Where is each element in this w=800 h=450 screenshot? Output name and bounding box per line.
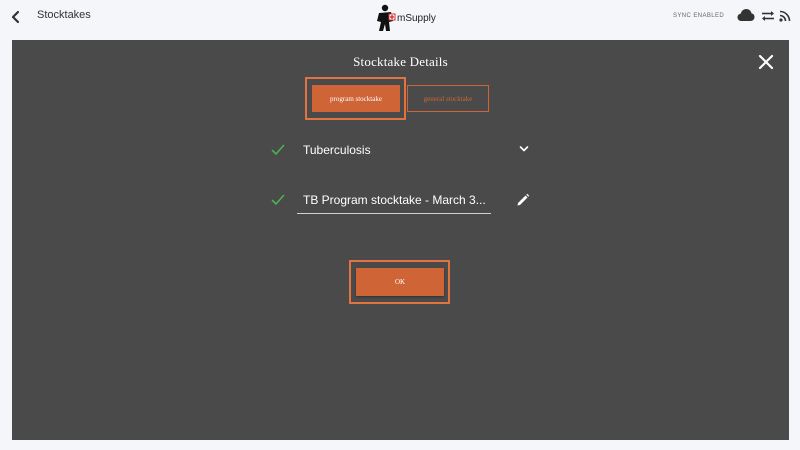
cloud-icon[interactable] xyxy=(737,8,755,22)
swap-arrows-icon[interactable] xyxy=(761,10,775,22)
program-select[interactable]: Tuberculosis xyxy=(297,140,533,162)
close-button[interactable] xyxy=(757,53,775,71)
logo-text: mSupply xyxy=(397,13,436,24)
rss-icon[interactable] xyxy=(779,10,791,22)
msupply-logo: mSupply xyxy=(374,3,436,33)
back-button[interactable] xyxy=(6,7,26,27)
stocktake-name-field[interactable]: TB Program stocktake - March 3... xyxy=(297,190,491,214)
general-stocktake-button[interactable]: general stocktake xyxy=(407,85,489,112)
pencil-icon[interactable] xyxy=(516,193,530,207)
back-arrow-icon xyxy=(11,10,20,24)
program-value: Tuberculosis xyxy=(303,143,371,157)
sync-status: SYNC ENABLED xyxy=(673,13,725,19)
stocktake-details-dialog: Stocktake Details program stocktake gene… xyxy=(12,40,789,440)
page-title: Stocktakes xyxy=(37,9,91,21)
stocktake-name-value: TB Program stocktake - March 3... xyxy=(303,193,486,207)
chevron-down-icon xyxy=(519,145,529,153)
dialog-title: Stocktake Details xyxy=(353,54,448,69)
app-header: Stocktakes mSupply SYNC ENABLED xyxy=(0,0,800,36)
logo-figure-icon xyxy=(377,4,396,31)
close-icon xyxy=(758,54,774,70)
program-stocktake-button[interactable]: program stocktake xyxy=(312,85,400,112)
check-icon xyxy=(271,194,285,206)
ok-button[interactable]: OK xyxy=(356,268,444,296)
check-icon xyxy=(271,144,285,156)
